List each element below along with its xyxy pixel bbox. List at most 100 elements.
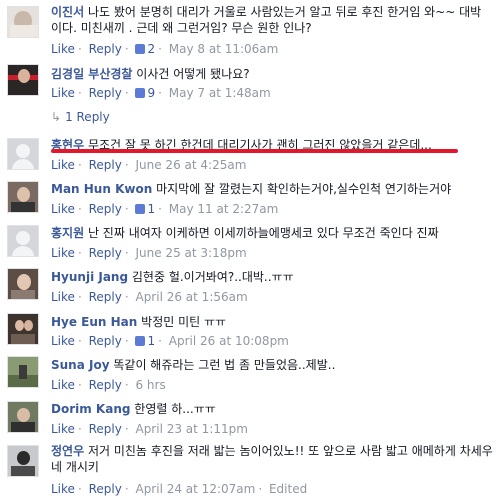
- comment-actions: Like · Reply · April 23 at 1:11pm: [51, 422, 248, 436]
- timestamp[interactable]: May 11 at 2:27am: [169, 202, 279, 216]
- comment-actions: Like · Reply · 6 hrs: [51, 378, 166, 392]
- comment-actions: Like · Reply · June 26 at 4:25am: [51, 158, 247, 172]
- like-button[interactable]: Like: [51, 42, 75, 56]
- comment-body: 박정민 미틴 ㅠㅠ: [141, 315, 227, 329]
- commenter-name[interactable]: 홍지원: [51, 226, 84, 240]
- comment: 홍지원 난 진짜 내여자 이케하면 이세끼하늘에맹세코 있다 무조건 죽인다 진…: [0, 222, 501, 264]
- like-count[interactable]: 1: [147, 202, 155, 216]
- avatar-default[interactable]: [7, 138, 39, 170]
- like-count[interactable]: 2: [147, 42, 155, 56]
- comment-actions: Like · Reply · April 26 at 1:56am: [51, 290, 248, 304]
- reply-button[interactable]: Reply: [89, 246, 122, 260]
- comment-text: 홍지원 난 진짜 내여자 이케하면 이세끼하늘에맹세코 있다 무조건 죽인다 진…: [51, 225, 495, 241]
- comment-body: 한영렬 하...ㅠㅠ: [134, 402, 216, 416]
- reply-button[interactable]: Reply: [89, 482, 122, 496]
- avatar[interactable]: [7, 445, 39, 477]
- avatar[interactable]: [7, 356, 39, 388]
- avatar[interactable]: [7, 401, 39, 433]
- timestamp[interactable]: 6 hrs: [135, 378, 165, 392]
- comment-actions: Like · Reply · 2 · May 8 at 11:06am: [51, 42, 279, 56]
- reply-button[interactable]: Reply: [89, 334, 122, 348]
- avatar-default[interactable]: [7, 225, 39, 257]
- timestamp[interactable]: April 26 at 1:56am: [135, 290, 247, 304]
- timestamp[interactable]: June 25 at 3:18pm: [135, 246, 246, 260]
- highlight-underline: [51, 149, 458, 153]
- comment-actions: Like · Reply · 1 · April 26 at 10:08pm: [51, 334, 289, 348]
- commenter-name[interactable]: 정연우: [51, 444, 84, 458]
- like-button[interactable]: Like: [51, 378, 75, 392]
- thumbs-up-icon: [135, 44, 146, 54]
- reply-button[interactable]: Reply: [89, 378, 122, 392]
- thumbs-up-icon: [135, 88, 146, 98]
- reply-button[interactable]: Reply: [89, 290, 122, 304]
- comment-actions: Like · Reply · June 25 at 3:18pm: [51, 246, 247, 260]
- timestamp[interactable]: April 26 at 10:08pm: [169, 334, 289, 348]
- like-count[interactable]: 9: [147, 86, 155, 100]
- avatar[interactable]: [7, 181, 39, 213]
- like-button[interactable]: Like: [51, 334, 75, 348]
- comment: 김경일 부산경찰 이사건 어떻게 됐나요? Like · Reply · 9 · Ma…: [0, 60, 501, 108]
- timestamp[interactable]: April 24 at 12:07am: [135, 482, 255, 496]
- comment-body: 김현중 헐.이거봐여?..대박..ㅠㅠ: [131, 270, 294, 284]
- comment-text: Man Hun Kwon 마지막에 잘 깔렸는지 확인하는거야,실수인척 연기하…: [51, 181, 495, 197]
- commenter-name[interactable]: 김경일 부산경찰: [51, 67, 132, 81]
- edited-label[interactable]: Edited: [269, 482, 307, 496]
- comment: 정연우 저거 미친놈 후진을 저래 밟는 놈이어있노!! 또 앞으로 사람 밟고…: [0, 440, 501, 502]
- comment-text: Dorim Kang 한영렬 하...ㅠㅠ: [51, 401, 495, 417]
- comment: 홍현우 무조건 잘 못 하긴 한건데 대리기사가 괜히 그러진 않았을거 같은데…: [0, 133, 501, 175]
- comment-actions: Like · Reply · 9 · May 7 at 1:48am: [51, 86, 271, 100]
- comment-text: 정연우 저거 미친놈 후진을 저래 밟는 놈이어있노!! 또 앞으로 사람 밟고…: [51, 443, 495, 475]
- timestamp[interactable]: May 8 at 11:06am: [169, 42, 279, 56]
- comment: Hyunji Jang 김현중 헐.이거봐여?..대박..ㅠㅠ Like · Re…: [0, 266, 501, 308]
- commenter-name[interactable]: Man Hun Kwon: [51, 182, 152, 196]
- view-replies-link[interactable]: ↳ 1 Reply: [51, 109, 110, 125]
- like-button[interactable]: Like: [51, 202, 75, 216]
- reply-count-label[interactable]: 1 Reply: [65, 110, 110, 124]
- like-button[interactable]: Like: [51, 482, 75, 496]
- avatar[interactable]: [7, 6, 39, 38]
- reply-button[interactable]: Reply: [89, 422, 122, 436]
- like-button[interactable]: Like: [51, 158, 75, 172]
- comment: Suna Joy 똑같이 해쥬라는 그런 법 좀 만들었음..제발.. Like…: [0, 354, 501, 396]
- timestamp[interactable]: April 23 at 1:11pm: [135, 422, 247, 436]
- avatar[interactable]: [7, 268, 39, 300]
- like-button[interactable]: Like: [51, 86, 75, 100]
- commenter-name[interactable]: 이진서: [51, 5, 84, 19]
- comment: Man Hun Kwon 마지막에 잘 깔렸는지 확인하는거야,실수인척 연기하…: [0, 178, 501, 220]
- avatar[interactable]: [7, 313, 39, 345]
- comment-body: 똑같이 해쥬라는 그런 법 좀 만들었음..제발..: [113, 358, 336, 372]
- like-button[interactable]: Like: [51, 290, 75, 304]
- reply-button[interactable]: Reply: [89, 202, 122, 216]
- thumbs-up-icon: [135, 336, 146, 346]
- comment-actions: Like · Reply · 1 · May 11 at 2:27am: [51, 202, 279, 216]
- comment-body: 저거 미친놈 후진을 저래 밟는 놈이어있노!! 또 앞으로 사람 밟고 애메하…: [51, 444, 493, 474]
- commenter-name[interactable]: Suna Joy: [51, 358, 110, 372]
- comment: Dorim Kang 한영렬 하...ㅠㅠ Like · Reply · April…: [0, 398, 501, 440]
- comment-body: 이사건 어떻게 됐나요?: [136, 67, 250, 81]
- comment-text: 김경일 부산경찰 이사건 어떻게 됐나요?: [51, 66, 495, 82]
- reply-button[interactable]: Reply: [89, 86, 122, 100]
- comment-text: Hye Eun Han 박정민 미틴 ㅠㅠ: [51, 314, 495, 330]
- comment: 이진서 나도 봤어 분명히 대리가 거울로 사람있는거 알고 뒤로 후진 한거임…: [0, 0, 501, 60]
- commenter-name[interactable]: Dorim Kang: [51, 402, 130, 416]
- comment: Hye Eun Han 박정민 미틴 ㅠㅠ Like · Reply · 1 · Ap…: [0, 310, 501, 352]
- comment-text: Suna Joy 똑같이 해쥬라는 그런 법 좀 만들었음..제발..: [51, 357, 495, 373]
- like-count[interactable]: 1: [147, 334, 155, 348]
- reply-button[interactable]: Reply: [89, 158, 122, 172]
- comment-text: Hyunji Jang 김현중 헐.이거봐여?..대박..ㅠㅠ: [51, 269, 495, 285]
- thumbs-up-icon: [135, 204, 146, 214]
- commenter-name[interactable]: Hyunji Jang: [51, 270, 128, 284]
- timestamp[interactable]: June 26 at 4:25am: [135, 158, 246, 172]
- avatar[interactable]: [7, 64, 39, 96]
- commenter-name[interactable]: Hye Eun Han: [51, 315, 137, 329]
- comment-body: 마지막에 잘 깔렸는지 확인하는거야,실수인척 연기하는거야: [156, 182, 452, 196]
- like-button[interactable]: Like: [51, 246, 75, 260]
- comment-actions: Like · Reply · April 24 at 12:07am · Edited: [51, 482, 308, 496]
- timestamp[interactable]: May 7 at 1:48am: [169, 86, 271, 100]
- comment-body: 나도 봤어 분명히 대리가 거울로 사람있는거 알고 뒤로 후진 한거임 와~~…: [51, 5, 482, 35]
- comment-body: 난 진짜 내여자 이케하면 이세끼하늘에맹세코 있다 무조건 죽인다 진짜: [87, 226, 439, 240]
- comment-text: 이진서 나도 봤어 분명히 대리가 거울로 사람있는거 알고 뒤로 후진 한거임…: [51, 4, 495, 36]
- reply-button[interactable]: Reply: [89, 42, 122, 56]
- reply-arrow-icon: ↳: [51, 110, 62, 124]
- like-button[interactable]: Like: [51, 422, 75, 436]
